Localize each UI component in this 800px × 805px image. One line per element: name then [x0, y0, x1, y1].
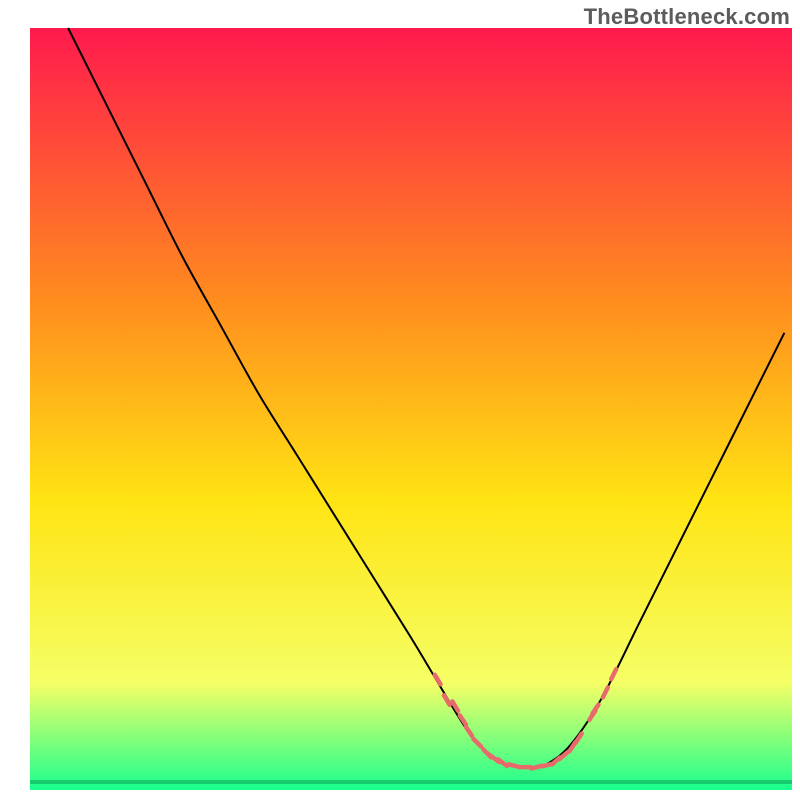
- chart-stage: TheBottleneck.com: [0, 0, 800, 800]
- highlight-tick: [509, 764, 520, 767]
- highlight-tick: [531, 766, 542, 769]
- chart-background: [30, 28, 792, 790]
- green-band: [30, 780, 792, 784]
- bottleneck-chart: [0, 0, 800, 800]
- watermark-text: TheBottleneck.com: [584, 4, 790, 30]
